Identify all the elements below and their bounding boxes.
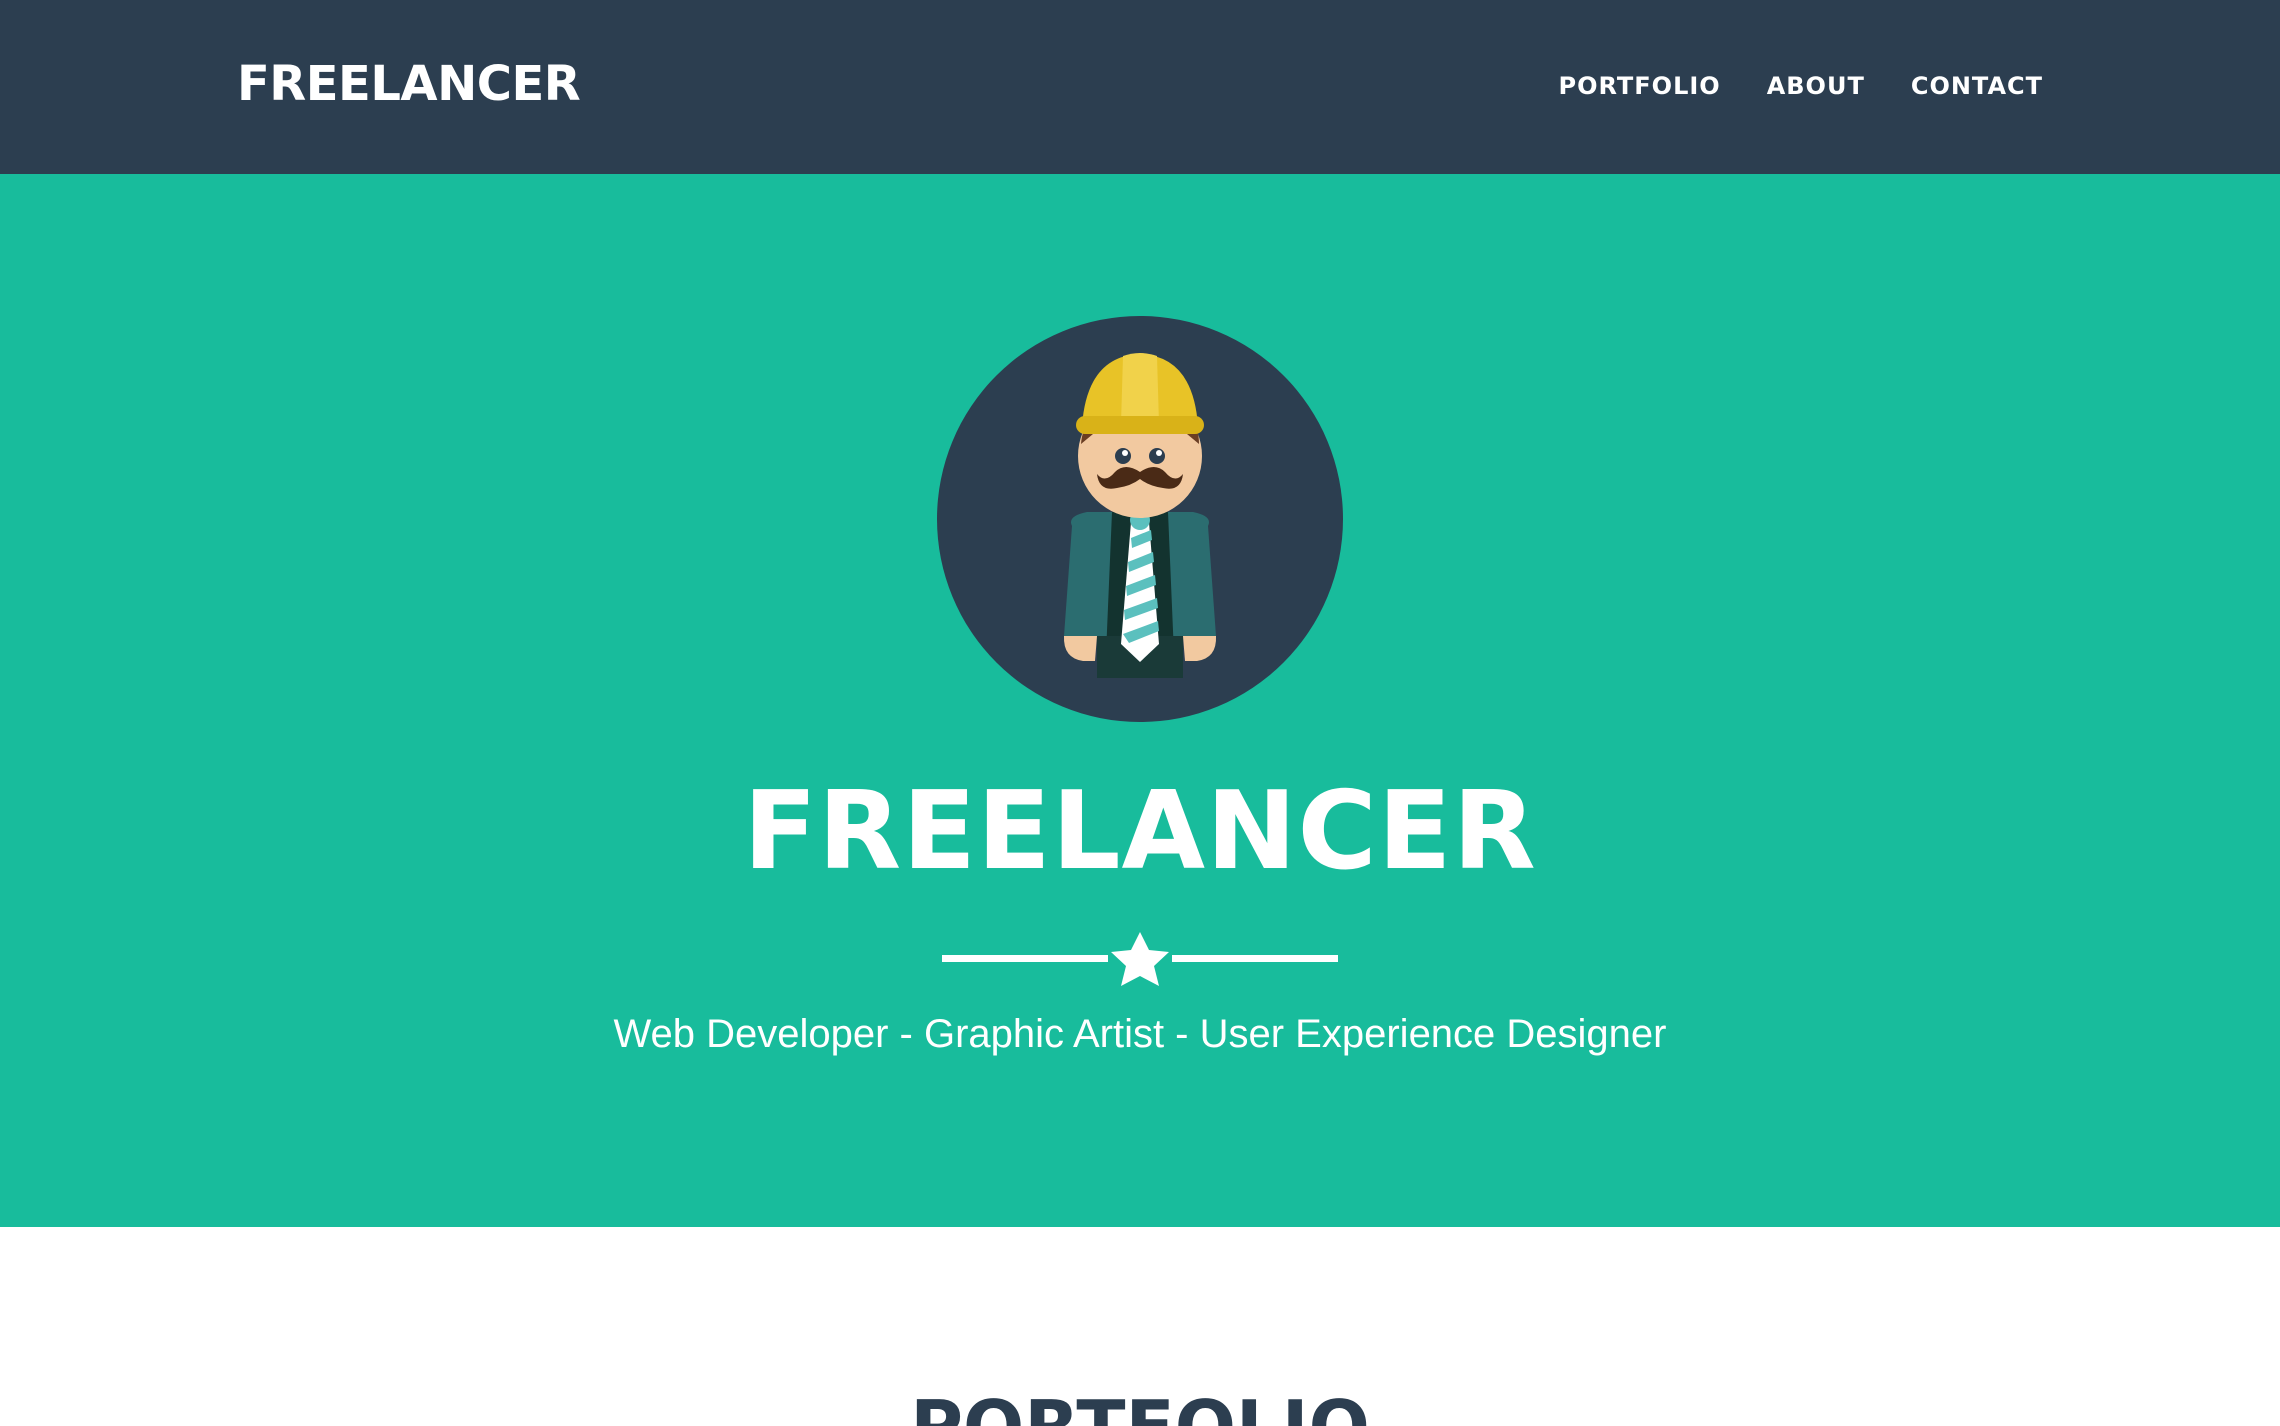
- star-icon: [1111, 932, 1169, 986]
- divider-line-left: [942, 955, 1108, 962]
- nav-link-about[interactable]: ABOUT: [1767, 72, 1865, 100]
- nav-links: PORTFOLIO ABOUT CONTACT: [1559, 72, 2044, 100]
- hero-title: FREELANCER: [743, 769, 1537, 894]
- hero-subtitle: Web Developer - Graphic Artist - User Ex…: [613, 1012, 1667, 1056]
- divider-line-right: [1172, 955, 1338, 962]
- brand-logo-link[interactable]: FREELANCER: [237, 56, 581, 112]
- nav-link-contact[interactable]: CONTACT: [1911, 72, 2043, 100]
- portfolio-section: PORTFOLIO: [0, 1227, 2280, 1426]
- hero-section: FREELANCER Web Developer - Graphic Artis…: [0, 174, 2280, 1227]
- portfolio-heading: PORTFOLIO: [0, 1385, 2280, 1426]
- star-divider: [942, 932, 1338, 986]
- navbar: FREELANCER PORTFOLIO ABOUT CONTACT: [0, 0, 2280, 174]
- nav-link-portfolio[interactable]: PORTFOLIO: [1559, 72, 1721, 100]
- freelancer-avatar-icon: [937, 316, 1343, 722]
